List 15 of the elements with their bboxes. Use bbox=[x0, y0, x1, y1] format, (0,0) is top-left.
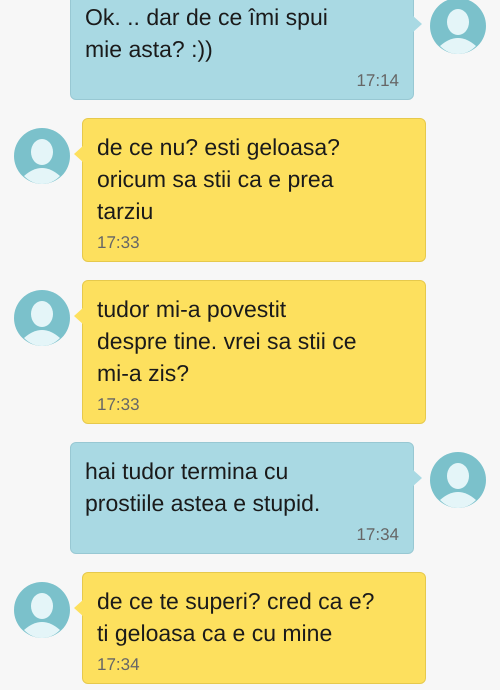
message-text: tudor mi-a povestit despre tine. vrei sa stii ce mi-a zis? bbox=[97, 295, 358, 388]
avatar-icon bbox=[14, 128, 70, 184]
message-time: 17:33 bbox=[97, 233, 141, 253]
avatar-icon bbox=[430, 452, 486, 508]
message-time: 17:34 bbox=[355, 525, 399, 545]
message-text: hai tudor termina cu prostiile astea e stupid. bbox=[85, 457, 322, 518]
message-time: 17:34 bbox=[97, 655, 141, 675]
message-text: Ok. .. dar de ce îmi spui mie asta? :)) bbox=[85, 3, 329, 64]
avatar-icon bbox=[14, 290, 70, 346]
message-time: 17:14 bbox=[355, 71, 399, 91]
message-time: 17:33 bbox=[97, 395, 141, 415]
message-text: de ce te superi? cred ca e? ti geloasa ca e cu mine bbox=[97, 587, 376, 648]
message-text: de ce nu? esti geloasa? oricum sa stii ca e prea tarziu bbox=[97, 133, 341, 226]
avatar-icon bbox=[14, 582, 70, 638]
avatar-icon bbox=[430, 0, 486, 54]
